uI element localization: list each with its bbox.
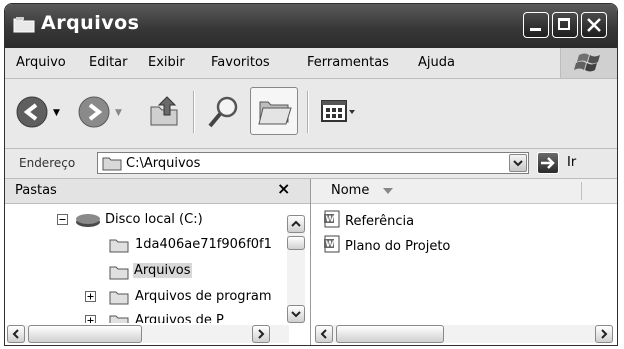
chevron-right-icon [258, 329, 265, 339]
folder-window-icon [13, 17, 35, 33]
address-input[interactable]: C:\Arquivos [97, 152, 529, 174]
chevron-down-icon [291, 311, 301, 318]
folders-pane: Pastas × Disco local (C:) 1da406ae71f906… [5, 179, 311, 345]
toolbar-separator [307, 91, 309, 133]
tree-expander[interactable] [57, 214, 68, 229]
forward-dropdown[interactable]: ▼ [115, 108, 122, 118]
chevron-left-icon [320, 329, 327, 339]
file-name: Referência [345, 214, 415, 229]
views-icon [321, 100, 355, 122]
folder-icon [102, 157, 122, 171]
back-button[interactable] [15, 95, 49, 133]
address-value: C:\Arquivos [126, 156, 201, 171]
folder-icon [109, 266, 129, 280]
windows-logo-icon [560, 48, 617, 78]
search-button[interactable] [205, 93, 243, 135]
toolbar: ▼ ▼ [5, 79, 617, 149]
scroll-left-button[interactable] [315, 325, 333, 343]
folders-pane-title: Pastas [15, 183, 57, 198]
chevron-up-icon [291, 220, 301, 227]
files-pane: Nome W Referência W Plano do Projeto [311, 179, 617, 345]
menu-editar[interactable]: Editar [89, 55, 128, 70]
scroll-thumb[interactable] [287, 236, 305, 250]
folders-button[interactable] [250, 87, 298, 135]
folder-icon [109, 239, 129, 253]
search-icon [208, 96, 238, 128]
tree-item-disco-local[interactable]: Disco local (C:) [105, 212, 203, 227]
forward-icon [78, 96, 110, 128]
collapse-icon [57, 214, 68, 225]
maximize-button[interactable] [552, 12, 578, 38]
go-arrow-icon [541, 157, 555, 169]
file-item[interactable]: W Referência [323, 210, 414, 229]
title-bar[interactable]: Arquivos [5, 4, 617, 48]
file-name: Plano do Projeto [345, 239, 451, 254]
scroll-down-button[interactable] [287, 305, 305, 323]
address-label: Endereço [19, 156, 76, 170]
scroll-right-button[interactable] [595, 325, 613, 343]
sort-descending-icon [383, 188, 393, 194]
close-icon [587, 18, 601, 32]
explorer-window: Arquivos Arquivo Editar Exibir Favoritos… [4, 3, 618, 346]
go-label[interactable]: Ir [567, 155, 576, 170]
up-button[interactable] [147, 93, 183, 133]
scroll-thumb[interactable] [28, 325, 142, 343]
files-horizontal-scrollbar[interactable] [315, 325, 613, 343]
go-button[interactable] [537, 152, 559, 174]
tree-row-clipped: Arquivos de P [5, 309, 287, 323]
column-header-nome[interactable]: Nome [311, 179, 617, 204]
menu-bar: Arquivo Editar Exibir Favoritos Ferramen… [5, 48, 617, 79]
scroll-thumb[interactable] [336, 325, 444, 343]
tree-expander[interactable] [85, 315, 96, 323]
menu-ajuda[interactable]: Ajuda [418, 55, 455, 70]
close-button[interactable] [581, 12, 607, 38]
forward-button[interactable] [77, 95, 111, 133]
expand-icon [85, 291, 96, 302]
word-document-icon: W [324, 210, 340, 228]
scroll-right-button[interactable] [252, 325, 270, 343]
chevron-left-icon [12, 329, 19, 339]
back-dropdown[interactable]: ▼ [53, 108, 60, 118]
toolbar-separator [193, 91, 195, 133]
back-icon [16, 96, 48, 128]
menu-favoritos[interactable]: Favoritos [211, 55, 270, 70]
tree-expander[interactable] [85, 291, 96, 306]
svg-text:W: W [326, 215, 335, 224]
svg-text:W: W [326, 240, 335, 249]
file-item[interactable]: W Plano do Projeto [323, 235, 450, 254]
tree-item-arquivos[interactable]: Arquivos [133, 263, 192, 278]
folders-pane-header: Pastas × [5, 179, 310, 204]
folders-vertical-scrollbar[interactable] [287, 215, 305, 323]
address-dropdown-button[interactable] [509, 154, 527, 172]
column-header-label: Nome [331, 183, 370, 198]
scroll-up-button[interactable] [287, 215, 305, 233]
menu-arquivo[interactable]: Arquivo [16, 55, 66, 70]
folders-icon [258, 101, 292, 125]
close-pane-icon[interactable]: × [277, 179, 290, 198]
scroll-left-button[interactable] [7, 325, 25, 343]
chevron-down-icon [513, 160, 523, 167]
tree-item-arquivos-de-programas[interactable]: Arquivos de program [135, 289, 272, 304]
menu-exibir[interactable]: Exibir [148, 55, 185, 70]
expand-icon [85, 315, 96, 323]
folder-icon [109, 291, 129, 305]
tree-item-arquivos-de-p[interactable]: Arquivos de P [135, 313, 224, 323]
drive-icon [76, 214, 100, 227]
address-bar: Endereço C:\Arquivos Ir [5, 149, 617, 179]
chevron-right-icon [601, 329, 608, 339]
up-folder-icon [150, 96, 178, 126]
tree-item-1da406[interactable]: 1da406ae71f906f0f1 [135, 237, 272, 252]
minimize-button[interactable] [523, 12, 549, 38]
folder-icon [109, 315, 129, 323]
window-title: Arquivos [41, 12, 140, 34]
folders-horizontal-scrollbar[interactable] [7, 325, 289, 343]
views-button[interactable] [321, 99, 357, 129]
word-document-icon: W [324, 235, 340, 253]
menu-ferramentas[interactable]: Ferramentas [307, 55, 389, 70]
